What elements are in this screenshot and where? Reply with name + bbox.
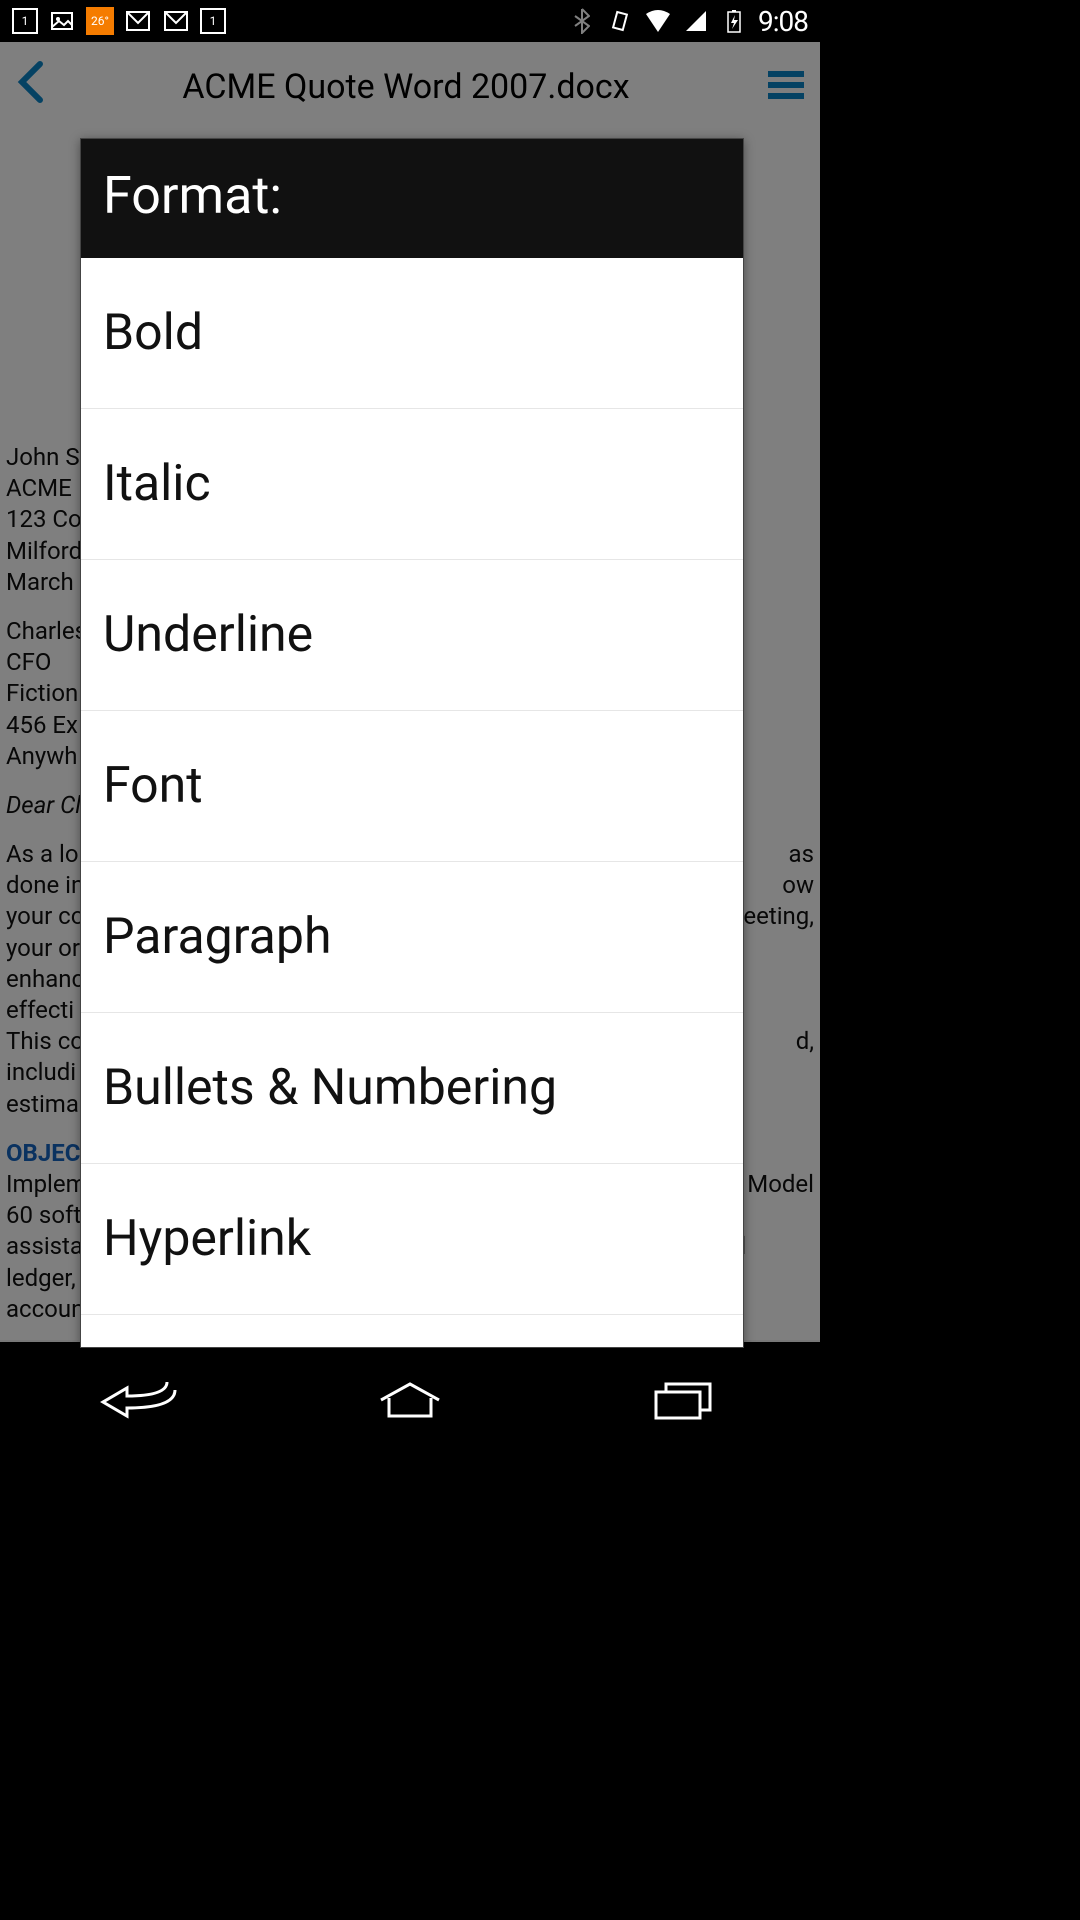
app-area: ACME Quote Word 2007.docx John S ACME 12… [0,42,820,1342]
format-bullets-numbering[interactable]: Bullets & Numbering [81,1013,743,1164]
image-icon [48,7,76,35]
clock: 9:08 [758,5,808,38]
format-hyperlink[interactable]: Hyperlink [81,1164,743,1315]
format-italic[interactable]: Italic [81,409,743,560]
mail-icon [124,7,152,35]
status-bar: 1 26° 1 9:08 [0,0,820,42]
battery-icon [720,7,748,35]
weather-icon: 26° [86,7,114,35]
gmail-icon [162,7,190,35]
calendar-icon: 1 [200,8,226,34]
nav-home-button[interactable] [366,1378,454,1422]
nav-recent-button[interactable] [639,1378,727,1422]
signal-icon [682,7,710,35]
format-underline[interactable]: Underline [81,560,743,711]
notification-icon: 1 [12,8,38,34]
format-paragraph[interactable]: Paragraph [81,862,743,1013]
format-dialog: Format: Bold Italic Underline Font Parag… [80,138,744,1348]
bluetooth-icon [568,7,596,35]
format-bold[interactable]: Bold [81,258,743,409]
nav-back-button[interactable] [93,1378,181,1422]
dialog-title: Format: [81,139,743,258]
format-font[interactable]: Font [81,711,743,862]
vibrate-icon [606,7,634,35]
wifi-icon [644,7,672,35]
navigation-bar [0,1342,820,1458]
